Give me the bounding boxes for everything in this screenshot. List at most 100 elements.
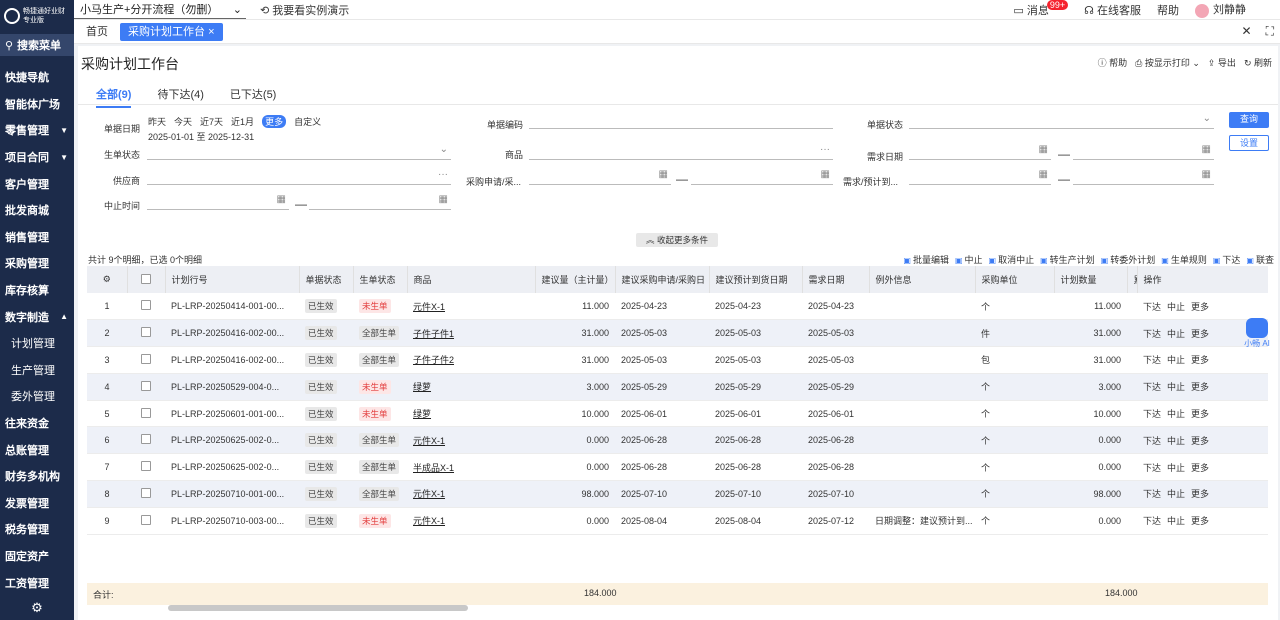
goods-link[interactable]: 元件X-1 [413, 436, 445, 446]
row-checkbox[interactable] [127, 346, 165, 374]
goods-link[interactable]: 绿萝 [413, 409, 431, 419]
sidebar-item[interactable]: 工资管理 [0, 569, 74, 596]
goods-input[interactable]: ··· [529, 142, 833, 160]
issue-link[interactable]: 下达 [1143, 489, 1161, 499]
collapse-filters-button[interactable]: ︽ 收起更多条件 [636, 233, 718, 247]
row-checkbox[interactable] [127, 453, 165, 482]
stop-link[interactable]: 中止 [1167, 516, 1185, 526]
stop-link[interactable]: 中止 [1167, 463, 1185, 473]
sidebar-item[interactable]: 批发商城 [0, 197, 74, 224]
row-checkbox[interactable] [127, 426, 165, 455]
toolbar-action[interactable]: 转生产计划 [1040, 253, 1095, 266]
quick-custom[interactable]: 自定义 [294, 115, 321, 128]
table-row[interactable]: 5 PL-LRP-20250601-001-00... 已生效 未生单 绿萝 10.000… [87, 400, 1268, 428]
settings-button[interactable]: 设置 [1229, 135, 1269, 151]
col-cumulative[interactable]: 累 [1127, 266, 1138, 293]
query-button[interactable]: 查询 [1229, 112, 1269, 128]
toolbar-action[interactable]: 批量编辑 [903, 253, 949, 266]
sidebar-item[interactable]: 智能体广场 [0, 91, 74, 118]
table-row[interactable]: 7 PL-LRP-20250625-002-0... 已生效 全部生单 半成品X-1 0.… [87, 453, 1268, 482]
stop-link[interactable]: 中止 [1167, 409, 1185, 419]
col-unit[interactable]: 采购单位 [975, 266, 1055, 293]
sidebar-item[interactable]: 计划管理 [0, 330, 74, 357]
col-goods[interactable]: 商品 [407, 266, 536, 293]
need-date-start[interactable]: ▦ [909, 142, 1051, 160]
gear-icon[interactable]: ⚙ [0, 600, 74, 616]
more-link[interactable]: 更多 [1191, 436, 1209, 446]
toolbar-action[interactable]: 取消中止 [989, 253, 1034, 266]
sidebar-item[interactable]: 往来资金 [0, 410, 74, 437]
issue-link[interactable]: 下达 [1143, 463, 1161, 473]
col-suggest-arrival[interactable]: 建议预计到货日期 [709, 266, 803, 293]
stop-link[interactable]: 中止 [1167, 382, 1185, 392]
horizontal-scrollbar[interactable] [168, 605, 468, 611]
goods-link[interactable]: 绿萝 [413, 382, 431, 392]
sidebar-item[interactable]: 税务管理 [0, 516, 74, 543]
goods-link[interactable]: 子件子件1 [413, 329, 454, 339]
more-link[interactable]: 更多 [1191, 382, 1209, 392]
tab-purchase-plan[interactable]: 采购计划工作台 × [120, 22, 223, 41]
toolbar-action[interactable]: 生单规则 [1161, 253, 1207, 266]
quick-more[interactable]: 更多 [262, 115, 287, 128]
doc-code-input[interactable] [529, 111, 833, 129]
row-checkbox[interactable] [127, 373, 165, 401]
col-need-date[interactable]: 需求日期 [802, 266, 870, 293]
issue-link[interactable]: 下达 [1143, 355, 1161, 365]
fullscreen-icon[interactable]: ⛶ [1266, 24, 1274, 39]
sidebar-item[interactable]: 总账管理 [0, 436, 74, 463]
col-suggest-qty[interactable]: 建议量（主计量） [535, 266, 616, 293]
table-row[interactable]: 2 PL-LRP-20250416-002-00... 已生效 全部生单 子件子件1 31… [87, 319, 1268, 348]
column-settings-icon[interactable]: ⚙ [87, 266, 128, 293]
sidebar-item[interactable]: 生产管理 [0, 357, 74, 384]
sidebar-item[interactable]: 销售管理 [0, 224, 74, 251]
toolbar-action[interactable]: 联查 [1246, 253, 1274, 266]
sidebar-item[interactable]: 发票管理 [0, 490, 74, 517]
table-row[interactable]: 3 PL-LRP-20250416-002-00... 已生效 全部生单 子件子件2 31… [87, 346, 1268, 374]
col-gen-status[interactable]: 生单状态 [353, 266, 408, 293]
need-plan-end[interactable]: ▦ [1073, 167, 1214, 185]
stop-time-end[interactable]: ▦ [309, 192, 451, 210]
purchase-req-start[interactable]: ▦ [529, 167, 671, 185]
issue-link[interactable]: 下达 [1143, 329, 1161, 339]
more-link[interactable]: 更多 [1191, 463, 1209, 473]
sidebar-item[interactable]: 数字制造 ▲ [0, 303, 74, 330]
row-checkbox[interactable] [127, 507, 165, 535]
print-action[interactable]: ⎙ 按显示打印 ⌄ [1135, 56, 1200, 69]
sidebar-item[interactable]: 库存核算 [0, 277, 74, 304]
goods-link[interactable]: 元件X-1 [413, 489, 445, 499]
row-checkbox[interactable] [127, 400, 165, 428]
stop-link[interactable]: 中止 [1167, 329, 1185, 339]
quick-7days[interactable]: 近7天 [200, 115, 223, 128]
table-row[interactable]: 1 PL-LRP-20250414-001-00... 已生效 未生单 元件X-1 11.… [87, 293, 1268, 321]
quick-today[interactable]: 今天 [174, 115, 192, 128]
more-link[interactable]: 更多 [1191, 355, 1209, 365]
goods-link[interactable]: 元件X-1 [413, 516, 445, 526]
stop-link[interactable]: 中止 [1167, 489, 1185, 499]
sidebar-item[interactable]: 快捷导航 [0, 64, 74, 91]
col-suggest-req-date[interactable]: 建议采购申请/采购日 [615, 266, 710, 293]
more-link[interactable]: 更多 [1191, 409, 1209, 419]
search-menu-button[interactable]: ⚲ 搜索菜单 [0, 34, 74, 56]
row-checkbox[interactable] [127, 319, 165, 348]
help-action[interactable]: ⓘ 帮助 [1098, 56, 1128, 69]
col-plan-no[interactable]: 计划行号 [165, 266, 300, 293]
need-plan-start[interactable]: ▦ [909, 167, 1051, 185]
issue-link[interactable]: 下达 [1143, 382, 1161, 392]
toolbar-action[interactable]: 中止 [955, 253, 983, 266]
stop-link[interactable]: 中止 [1167, 355, 1185, 365]
sidebar-item[interactable]: 固定资产 [0, 543, 74, 570]
stop-time-start[interactable]: ▦ [147, 192, 289, 210]
more-link[interactable]: 更多 [1191, 516, 1209, 526]
row-checkbox[interactable] [127, 480, 165, 508]
refresh-action[interactable]: ↻ 刷新 [1244, 56, 1272, 69]
stop-link[interactable]: 中止 [1167, 302, 1185, 312]
goods-link[interactable]: 元件X-1 [413, 302, 445, 312]
need-date-end[interactable]: ▦ [1073, 142, 1214, 160]
quick-yesterday[interactable]: 昨天 [148, 115, 166, 128]
sidebar-item[interactable]: 客户管理 [0, 170, 74, 197]
issue-link[interactable]: 下达 [1143, 516, 1161, 526]
toolbar-action[interactable]: 下达 [1213, 253, 1240, 266]
col-exception[interactable]: 例外信息 [869, 266, 976, 293]
sidebar-item[interactable]: 零售管理 ▼ [0, 117, 74, 144]
sidebar-item[interactable]: 采购管理 [0, 250, 74, 277]
